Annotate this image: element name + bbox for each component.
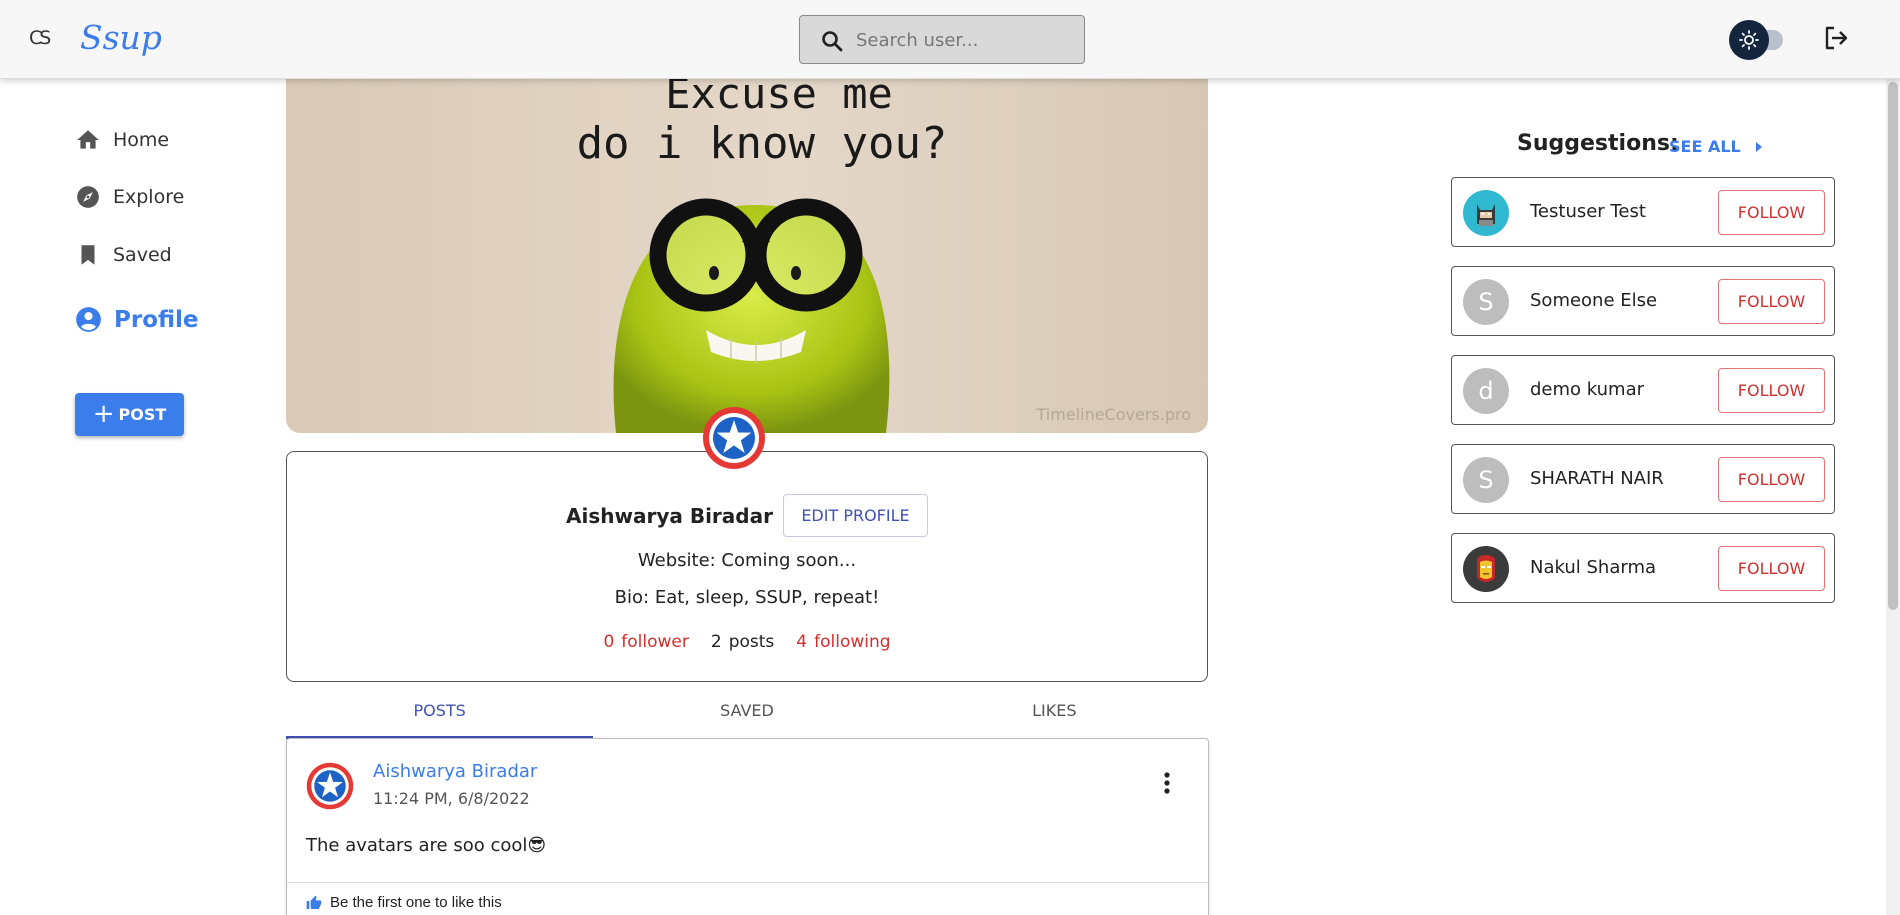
- suggestion-name[interactable]: demo kumar: [1530, 379, 1644, 400]
- cover-watermark: TimelineCovers.pro: [1036, 405, 1191, 424]
- like-row[interactable]: Be the first one to like this: [306, 894, 502, 911]
- sun-icon: [1739, 30, 1759, 50]
- profile-name: Aishwarya Biradar: [566, 503, 773, 528]
- suggestion-card: Nakul Sharma FOLLOW: [1451, 533, 1835, 603]
- suggestions-title: Suggestions:: [1517, 131, 1679, 156]
- profile-avatar[interactable]: [702, 406, 766, 470]
- nav-explore[interactable]: Explore: [75, 184, 184, 210]
- new-post-button[interactable]: + POST: [75, 393, 184, 436]
- follow-button[interactable]: FOLLOW: [1718, 457, 1825, 502]
- suggestion-name[interactable]: Testuser Test: [1530, 201, 1646, 222]
- batman-icon: [1477, 204, 1495, 226]
- compass-icon: [77, 186, 99, 208]
- edit-profile-button[interactable]: EDIT PROFILE: [782, 494, 928, 537]
- nav-home-label: Home: [113, 129, 170, 151]
- user-avatar[interactable]: d: [1463, 368, 1509, 414]
- suggestion-name[interactable]: SHARATH NAIR: [1530, 468, 1664, 489]
- suggestion-name[interactable]: Someone Else: [1530, 290, 1657, 311]
- nav-home[interactable]: Home: [75, 127, 169, 153]
- post-divider: [287, 882, 1208, 883]
- followers-stat[interactable]: 0 follower: [603, 632, 688, 652]
- nav-explore-label: Explore: [113, 186, 185, 208]
- posts-stat: 2 posts: [711, 632, 774, 652]
- see-all-link[interactable]: SEE ALL: [1669, 137, 1763, 156]
- ironman-icon: [1477, 555, 1495, 582]
- logo-mark: CS: [29, 27, 51, 49]
- theme-toggle[interactable]: [1729, 20, 1789, 60]
- caret-right-icon: [1755, 141, 1762, 152]
- follow-button[interactable]: FOLLOW: [1718, 368, 1825, 413]
- home-icon: [77, 130, 99, 149]
- suggestion-name[interactable]: Nakul Sharma: [1530, 557, 1656, 578]
- tab-posts[interactable]: POSTS: [286, 695, 593, 739]
- tab-saved[interactable]: SAVED: [593, 695, 900, 739]
- logout-icon[interactable]: [1822, 24, 1850, 52]
- likes-text: Be the first one to like this: [330, 894, 502, 911]
- following-stat[interactable]: 4 following: [796, 632, 890, 652]
- profile-card: Aishwarya Biradar EDIT PROFILE Website: …: [286, 451, 1208, 682]
- scrollbar-thumb[interactable]: [1888, 82, 1898, 610]
- user-avatar[interactable]: S: [1463, 457, 1509, 503]
- suggestion-card: d demo kumar FOLLOW: [1451, 355, 1835, 425]
- post-card: Aishwarya Biradar 11:24 PM, 6/8/2022 The…: [286, 738, 1209, 915]
- post-author-avatar[interactable]: [306, 762, 354, 810]
- follow-button[interactable]: FOLLOW: [1718, 546, 1825, 591]
- follow-button[interactable]: FOLLOW: [1718, 279, 1825, 324]
- nav-saved[interactable]: Saved: [75, 242, 172, 268]
- top-header: CS Ssup: [0, 0, 1900, 79]
- suggestion-card: S Someone Else FOLLOW: [1451, 266, 1835, 336]
- new-post-label: POST: [118, 405, 167, 424]
- profile-name-row: Aishwarya Biradar EDIT PROFILE: [287, 494, 1207, 537]
- following-label: following: [814, 632, 891, 652]
- posts-count: 2: [710, 632, 722, 652]
- plus-icon: +: [92, 398, 115, 429]
- cover-line-2: do i know you?: [577, 118, 948, 169]
- user-avatar[interactable]: S: [1463, 279, 1509, 325]
- search-icon: [822, 31, 843, 52]
- follow-button[interactable]: FOLLOW: [1718, 190, 1825, 235]
- tab-likes[interactable]: LIKES: [901, 695, 1208, 739]
- followers-label: follower: [621, 632, 689, 652]
- profile-bio: Bio: Eat, sleep, SSUP, repeat!: [614, 587, 880, 608]
- cover-illustration: Excuse me do i know you? TimelineCovers.…: [286, 60, 1208, 433]
- ironman-avatar[interactable]: [1463, 546, 1509, 592]
- suggestion-card: Testuser Test FOLLOW: [1451, 177, 1835, 247]
- cover-image: Excuse me do i know you? TimelineCovers.…: [286, 60, 1208, 433]
- batman-avatar[interactable]: [1463, 190, 1509, 236]
- account-circle-icon: [76, 307, 101, 332]
- nav-saved-label: Saved: [113, 244, 172, 266]
- toggle-knob: [1729, 20, 1769, 60]
- following-count: 4: [796, 632, 808, 652]
- followers-count: 0: [603, 632, 615, 652]
- post-text: The avatars are soo cool😎: [306, 835, 547, 856]
- bookmark-icon: [81, 245, 95, 265]
- nav-profile-label: Profile: [114, 306, 199, 333]
- profile-website: Website: Coming soon...: [637, 550, 857, 571]
- profile-stats: 0 follower 2 posts 4 following: [287, 632, 1207, 652]
- more-options-icon[interactable]: [1163, 771, 1171, 795]
- posts-label: posts: [728, 632, 775, 652]
- post-author-name[interactable]: Aishwarya Biradar: [373, 761, 537, 782]
- thumbs-up-icon: [306, 895, 322, 909]
- post-timestamp: 11:24 PM, 6/8/2022: [373, 789, 530, 808]
- app-logo[interactable]: Ssup: [80, 18, 162, 57]
- nav-profile[interactable]: Profile: [75, 306, 199, 333]
- search-input[interactable]: [856, 28, 1066, 52]
- profile-tabs: POSTS SAVED LIKES: [286, 695, 1208, 739]
- search-box[interactable]: [799, 15, 1085, 64]
- suggestion-card: S SHARATH NAIR FOLLOW: [1451, 444, 1835, 514]
- see-all-label: SEE ALL: [1669, 137, 1741, 156]
